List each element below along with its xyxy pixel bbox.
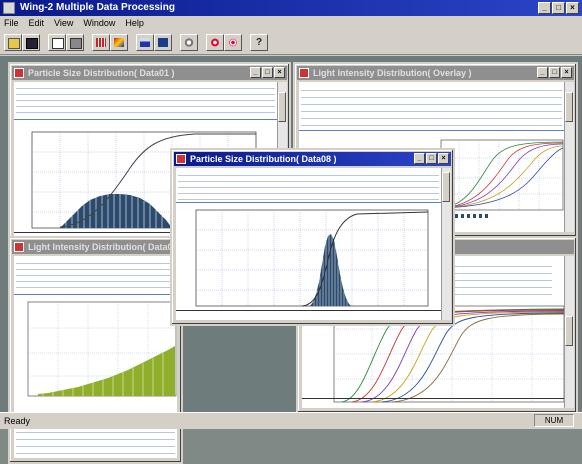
application-window: Wing-2 Multiple Data Processing _ □ × Fi… bbox=[0, 0, 582, 464]
report-footer bbox=[176, 310, 441, 320]
psd-data08-report bbox=[176, 168, 441, 320]
maximize-button[interactable]: □ bbox=[552, 2, 565, 14]
window-icon bbox=[14, 242, 24, 252]
num-lock-indicator: NUM bbox=[534, 414, 574, 427]
copy-button[interactable] bbox=[48, 34, 66, 51]
menu-file[interactable]: File bbox=[4, 16, 19, 31]
window-title: Light Intensity Distribution( Overlay ) bbox=[313, 68, 472, 78]
window-title: Light Intensity Distribution( Data0 bbox=[28, 242, 173, 252]
lid-data-window[interactable]: Light Intensity Distribution( Data0 bbox=[8, 236, 183, 464]
menu-bar: File Edit View Window Help bbox=[0, 16, 582, 31]
menu-edit[interactable]: Edit bbox=[29, 16, 45, 31]
app-titlebar: Wing-2 Multiple Data Processing _ □ × bbox=[0, 0, 582, 16]
app-title: Wing-2 Multiple Data Processing bbox=[20, 2, 175, 13]
window-icon bbox=[299, 68, 309, 78]
close-button[interactable]: × bbox=[274, 67, 285, 78]
target-alt-button[interactable] bbox=[224, 34, 242, 51]
vertical-scrollbar[interactable] bbox=[564, 256, 574, 408]
scroll-thumb[interactable] bbox=[565, 92, 573, 122]
print-icon bbox=[70, 38, 82, 49]
scroll-thumb[interactable] bbox=[442, 172, 450, 202]
gear-icon bbox=[184, 38, 194, 47]
psd-data08-chart bbox=[182, 206, 434, 316]
status-text: Ready bbox=[4, 416, 31, 426]
open-file-button[interactable] bbox=[4, 34, 22, 51]
lid-overlay-titlebar[interactable]: Light Intensity Distribution( Overlay ) … bbox=[297, 66, 574, 80]
close-button[interactable]: × bbox=[566, 2, 579, 14]
minimize-button[interactable]: _ bbox=[250, 67, 261, 78]
window-title: Particle Size Distribution( Data08 ) bbox=[190, 154, 337, 164]
status-bar: Ready NUM bbox=[0, 412, 582, 429]
menu-view[interactable]: View bbox=[54, 16, 73, 31]
minimize-button[interactable]: _ bbox=[537, 67, 548, 78]
target-button[interactable] bbox=[206, 34, 224, 51]
report-header-lines bbox=[14, 82, 277, 118]
chart-overlay-button[interactable] bbox=[154, 34, 172, 51]
scroll-thumb[interactable] bbox=[565, 316, 573, 346]
menu-help[interactable]: Help bbox=[125, 16, 144, 31]
vertical-scrollbar[interactable] bbox=[564, 82, 574, 232]
save-icon bbox=[26, 38, 38, 49]
minimize-button[interactable]: _ bbox=[538, 2, 551, 14]
print-button[interactable] bbox=[66, 34, 84, 51]
target-icon bbox=[210, 38, 220, 47]
psd-data08-titlebar[interactable]: Particle Size Distribution( Data08 ) _ □… bbox=[174, 152, 451, 166]
table-button[interactable] bbox=[92, 34, 110, 51]
target-alt-icon bbox=[228, 38, 238, 47]
mdi-client-area: Particle Size Distribution( Data01 ) _ □… bbox=[0, 56, 582, 464]
app-icon bbox=[3, 2, 15, 14]
maximize-button[interactable]: □ bbox=[549, 67, 560, 78]
scroll-thumb[interactable] bbox=[278, 92, 286, 122]
lid-data-titlebar[interactable]: Light Intensity Distribution( Data0 bbox=[12, 240, 179, 254]
lid-overlay-chart bbox=[439, 138, 564, 222]
table-icon bbox=[96, 38, 106, 47]
window-icon bbox=[14, 68, 24, 78]
help-button[interactable]: ? bbox=[250, 34, 268, 51]
settings-button[interactable] bbox=[180, 34, 198, 51]
palette-icon bbox=[114, 38, 124, 47]
bar-chart-button[interactable] bbox=[136, 34, 154, 51]
vertical-scrollbar[interactable] bbox=[441, 168, 451, 320]
minimize-button[interactable]: _ bbox=[414, 153, 425, 164]
save-button[interactable] bbox=[22, 34, 40, 51]
maximize-button[interactable]: □ bbox=[262, 67, 273, 78]
bar-chart-icon bbox=[140, 38, 150, 47]
help-icon: ? bbox=[255, 37, 263, 48]
toolbar: ? bbox=[0, 31, 582, 55]
window-title: Particle Size Distribution( Data01 ) bbox=[28, 68, 175, 78]
menu-window[interactable]: Window bbox=[83, 16, 115, 31]
open-file-icon bbox=[8, 38, 20, 49]
palette-button[interactable] bbox=[110, 34, 128, 51]
lid-data-chart bbox=[18, 298, 177, 404]
close-button[interactable]: × bbox=[438, 153, 449, 164]
window-icon bbox=[176, 154, 186, 164]
maximize-button[interactable]: □ bbox=[426, 153, 437, 164]
report-footer bbox=[302, 398, 564, 408]
chart-overlay-icon bbox=[158, 38, 168, 47]
copy-icon bbox=[52, 38, 64, 49]
psd-data01-titlebar[interactable]: Particle Size Distribution( Data01 ) _ □… bbox=[12, 66, 287, 80]
close-button[interactable]: × bbox=[561, 67, 572, 78]
psd-data08-window[interactable]: Particle Size Distribution( Data08 ) _ □… bbox=[170, 148, 455, 326]
